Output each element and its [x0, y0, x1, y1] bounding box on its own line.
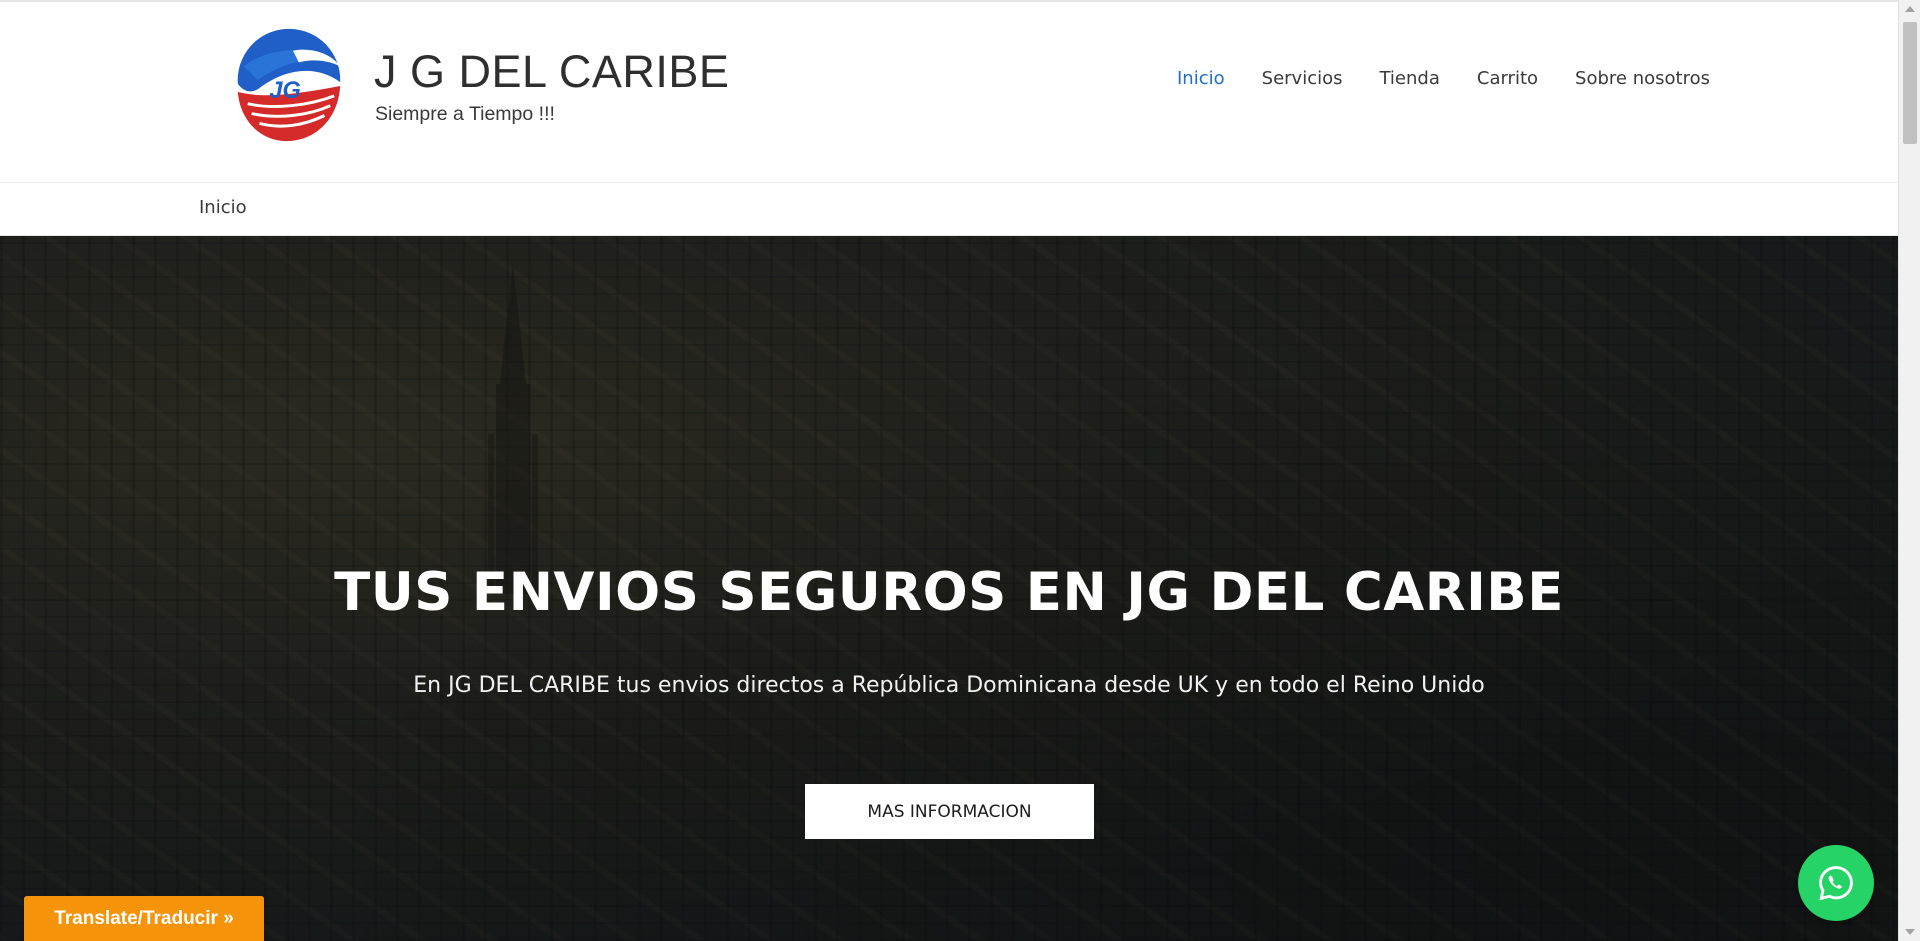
- hero-section: TUS ENVIOS SEGUROS EN JG DEL CARIBE En J…: [0, 236, 1898, 941]
- nav-item-inicio[interactable]: Inicio: [1177, 68, 1225, 89]
- page-scrollbar[interactable]: [1898, 0, 1920, 941]
- scrollbar-thumb[interactable]: [1903, 22, 1917, 144]
- site-header: JG J G DEL CARIBE Siempre a Tiempo !!! I…: [0, 2, 1898, 183]
- brand-name: J G DEL CARIBE: [374, 46, 730, 97]
- breadcrumb: Inicio: [0, 183, 1898, 236]
- hero-title: TUS ENVIOS SEGUROS EN JG DEL CARIBE: [334, 562, 1564, 623]
- brand-tagline: Siempre a Tiempo !!!: [375, 103, 555, 125]
- scroll-down-icon[interactable]: [1905, 929, 1915, 935]
- more-info-button[interactable]: MAS INFORMACION: [805, 784, 1094, 839]
- logo[interactable]: JG J G DEL CARIBE Siempre a Tiempo !!!: [206, 12, 762, 162]
- hero-subtitle: En JG DEL CARIBE tus envios directos a R…: [413, 673, 1485, 698]
- logo-mark-icon: JG: [231, 28, 347, 144]
- scroll-up-icon[interactable]: [1905, 6, 1915, 12]
- whatsapp-icon: [1819, 866, 1853, 901]
- breadcrumb-item[interactable]: Inicio: [199, 197, 247, 218]
- main-nav: Inicio Servicios Tienda Carrito Sobre no…: [1177, 68, 1747, 89]
- church-spire-image: [488, 264, 538, 594]
- nav-item-sobre-nosotros[interactable]: Sobre nosotros: [1575, 68, 1710, 89]
- whatsapp-button[interactable]: [1798, 845, 1874, 921]
- nav-item-servicios[interactable]: Servicios: [1262, 68, 1343, 89]
- nav-item-carrito[interactable]: Carrito: [1477, 68, 1538, 89]
- nav-item-tienda[interactable]: Tienda: [1379, 68, 1439, 89]
- translate-button[interactable]: Translate/Traducir »: [24, 896, 264, 941]
- svg-text:JG: JG: [269, 78, 300, 104]
